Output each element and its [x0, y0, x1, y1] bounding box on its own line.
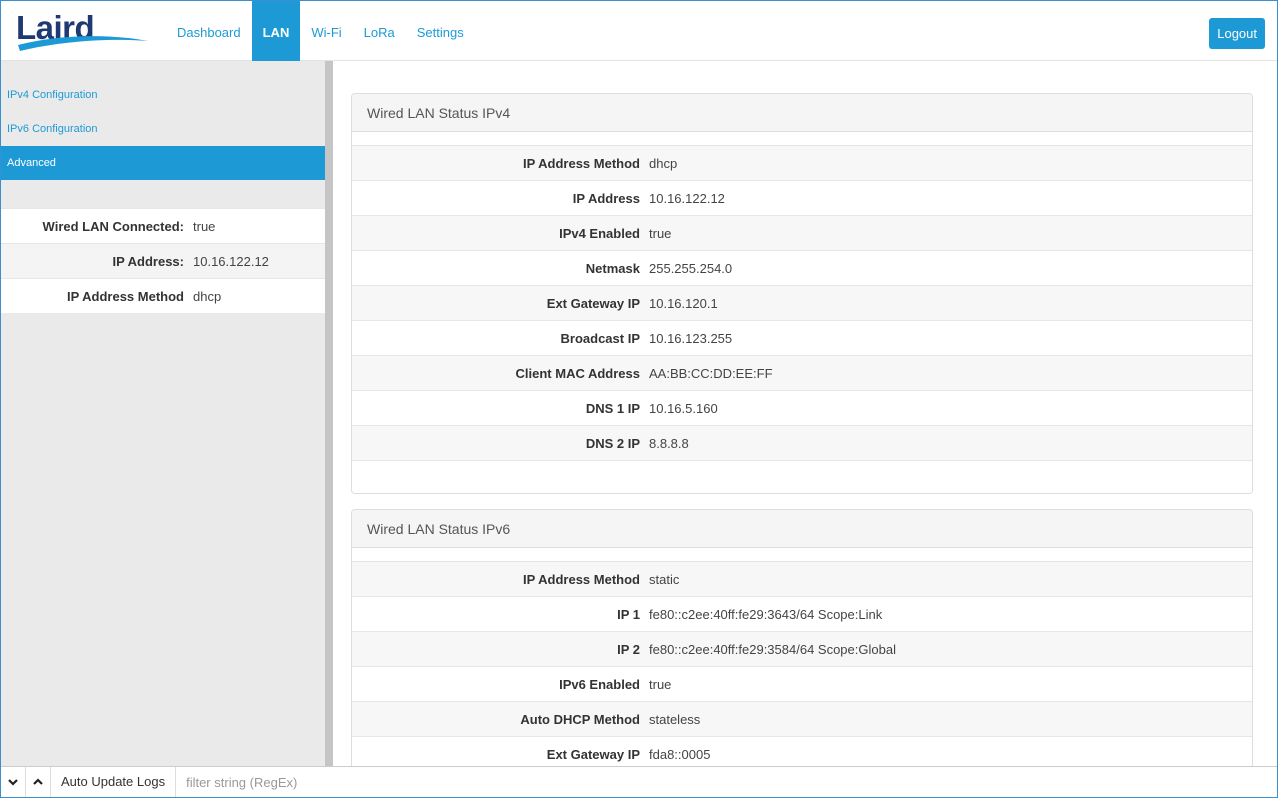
- panel-spacer: [352, 548, 1252, 562]
- logout-button[interactable]: Logout: [1209, 18, 1265, 49]
- table-row: IP Address 10.16.122.12: [352, 181, 1252, 216]
- sidebar-status-table: Wired LAN Connected: true IP Address: 10…: [1, 208, 325, 313]
- row-value: 8.8.8.8: [649, 436, 689, 451]
- expand-logs-button[interactable]: [26, 767, 51, 797]
- row-key: DNS 1 IP: [585, 401, 640, 416]
- table-row: Ext Gateway IP 10.16.120.1: [352, 286, 1252, 321]
- row-key: DNS 2 IP: [585, 436, 640, 451]
- table-row: IP Address Method dhcp: [352, 146, 1252, 181]
- log-filter-input[interactable]: [176, 767, 577, 797]
- row-value: fe80::c2ee:40ff:fe29:3584/64 Scope:Globa…: [649, 642, 896, 657]
- table-row: IP 1 fe80::c2ee:40ff:fe29:3643/64 Scope:L…: [352, 597, 1252, 632]
- row-key: Client MAC Address: [515, 366, 640, 381]
- chevron-up-icon: [33, 778, 43, 785]
- table-row: IP 2 fe80::c2ee:40ff:fe29:3584/64 Scope:G…: [352, 632, 1252, 667]
- table-row: Ext Gateway IP fda8::0005: [352, 737, 1252, 767]
- panel-footer: [352, 461, 1252, 493]
- auto-update-logs-button[interactable]: Auto Update Logs: [51, 767, 177, 797]
- status-key: IP Address Method: [66, 289, 184, 304]
- status-value: 10.16.122.12: [193, 254, 269, 269]
- row-key: IP 1: [617, 607, 640, 622]
- row-value: dhcp: [649, 156, 678, 171]
- status-value: true: [193, 219, 216, 234]
- laird-logo[interactable]: Laird: [16, 9, 151, 51]
- table-row: Client MAC Address AA:BB:CC:DD:EE:FF: [352, 356, 1252, 391]
- status-key: IP Address:: [112, 254, 184, 269]
- ipv6-status-panel: Wired LAN Status IPv6 IP Address Method s…: [351, 509, 1253, 767]
- row-value: fda8::0005: [649, 747, 711, 762]
- main-nav: Dashboard LAN Wi-Fi LoRa Settings: [166, 1, 475, 61]
- row-value: fe80::c2ee:40ff:fe29:3643/64 Scope:Link: [649, 607, 883, 622]
- panel-title: Wired LAN Status IPv6: [352, 510, 1252, 548]
- row-value: AA:BB:CC:DD:EE:FF: [649, 366, 773, 381]
- table-row: DNS 1 IP 10.16.5.160: [352, 391, 1252, 426]
- panel-spacer: [352, 132, 1252, 146]
- row-value: 10.16.120.1: [649, 296, 718, 311]
- status-key: Wired LAN Connected:: [42, 219, 184, 234]
- row-value: 10.16.5.160: [649, 401, 718, 416]
- row-key: Broadcast IP: [560, 331, 640, 346]
- table-row: Broadcast IP 10.16.123.255: [352, 321, 1252, 356]
- sidebar-status-row: IP Address: 10.16.122.12: [1, 243, 325, 278]
- row-value: static: [649, 572, 680, 587]
- table-row: Netmask 255.255.254.0: [352, 251, 1252, 286]
- ipv4-status-panel: Wired LAN Status IPv4 IP Address Method d…: [351, 93, 1253, 494]
- sidebar-item-ipv6-configuration[interactable]: IPv6 Configuration: [1, 112, 325, 146]
- logo-swoosh-icon: [18, 36, 148, 51]
- row-value: stateless: [649, 712, 701, 727]
- nav-settings[interactable]: Settings: [406, 1, 475, 61]
- table-row: IPv6 Enabled true: [352, 667, 1252, 702]
- table-row: DNS 2 IP 8.8.8.8: [352, 426, 1252, 461]
- nav-lora[interactable]: LoRa: [353, 1, 406, 61]
- sidebar-status-row: Wired LAN Connected: true: [1, 208, 325, 243]
- chevron-down-icon: [8, 779, 18, 786]
- sidebar: IPv4 Configuration IPv6 Configuration Ad…: [1, 61, 325, 766]
- nav-lan[interactable]: LAN: [251, 1, 301, 61]
- table-row: IP Address Method static: [352, 562, 1252, 597]
- collapse-logs-button[interactable]: [1, 767, 26, 797]
- row-key: Ext Gateway IP: [546, 296, 640, 311]
- row-key: IPv4 Enabled: [559, 226, 640, 241]
- nav-dashboard[interactable]: Dashboard: [166, 1, 252, 61]
- row-key: Ext Gateway IP: [546, 747, 640, 762]
- row-key: IP Address Method: [522, 156, 640, 171]
- panel-title: Wired LAN Status IPv4: [352, 94, 1252, 132]
- ipv4-rows: IP Address Method dhcp IP Address 10.16.12…: [352, 146, 1252, 461]
- row-key: IP Address: [572, 191, 640, 206]
- row-value: true: [649, 226, 672, 241]
- row-key: IPv6 Enabled: [559, 677, 640, 692]
- ipv6-rows: IP Address Method static IP 1 fe80::c2ee:4…: [352, 562, 1252, 767]
- status-value: dhcp: [193, 289, 222, 304]
- nav-wifi[interactable]: Wi-Fi: [300, 1, 352, 61]
- log-toolbar: Auto Update Logs: [1, 766, 1277, 797]
- row-value: 10.16.123.255: [649, 331, 733, 346]
- table-row: IPv4 Enabled true: [352, 216, 1252, 251]
- row-value: true: [649, 677, 672, 692]
- sidebar-item-ipv4-configuration[interactable]: IPv4 Configuration: [1, 78, 325, 112]
- row-key: Auto DHCP Method: [520, 712, 640, 727]
- sidebar-item-advanced[interactable]: Advanced: [1, 146, 325, 180]
- row-value: 255.255.254.0: [649, 261, 733, 276]
- sidebar-menu: IPv4 Configuration IPv6 Configuration Ad…: [1, 61, 325, 180]
- row-value: 10.16.122.12: [649, 191, 725, 206]
- sidebar-scrollbar[interactable]: [325, 61, 333, 766]
- row-key: IP Address Method: [522, 572, 640, 587]
- sidebar-status-row: IP Address Method dhcp: [1, 278, 325, 313]
- row-key: Netmask: [585, 261, 640, 276]
- table-row: Auto DHCP Method stateless: [352, 702, 1252, 737]
- row-key: IP 2: [617, 642, 640, 657]
- top-header: Laird Dashboard LAN Wi-Fi LoRa Settings …: [1, 1, 1277, 61]
